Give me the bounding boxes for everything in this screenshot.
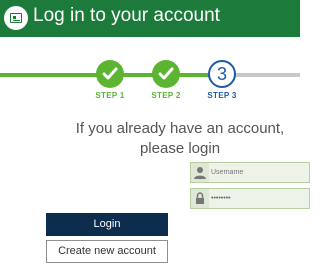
step-1-label: STEP 1 xyxy=(95,91,125,100)
id-card-icon xyxy=(4,6,28,30)
password-field[interactable] xyxy=(190,188,310,209)
step-3-label: STEP 3 xyxy=(207,91,237,100)
create-account-button[interactable]: Create new account xyxy=(46,240,168,263)
step-1-check-icon xyxy=(96,60,124,88)
lock-icon xyxy=(191,189,209,208)
username-field[interactable] xyxy=(190,162,310,183)
login-button[interactable]: Login xyxy=(46,213,168,236)
login-intro-text: If you already have an account, please l… xyxy=(60,119,300,159)
progress-line-remaining xyxy=(225,73,300,77)
password-input[interactable] xyxy=(211,190,306,207)
page-title: Log in to your account xyxy=(33,5,220,26)
intro-line-2: please login xyxy=(139,140,221,157)
intro-line-1: If you already have an account, xyxy=(75,120,285,137)
username-input[interactable] xyxy=(211,164,306,181)
step-2-check-icon xyxy=(152,60,180,88)
header-bar: Log in to your account xyxy=(0,0,300,37)
step-3-number: 3 xyxy=(208,60,236,88)
user-icon xyxy=(191,163,209,182)
step-2-label: STEP 2 xyxy=(151,91,181,100)
